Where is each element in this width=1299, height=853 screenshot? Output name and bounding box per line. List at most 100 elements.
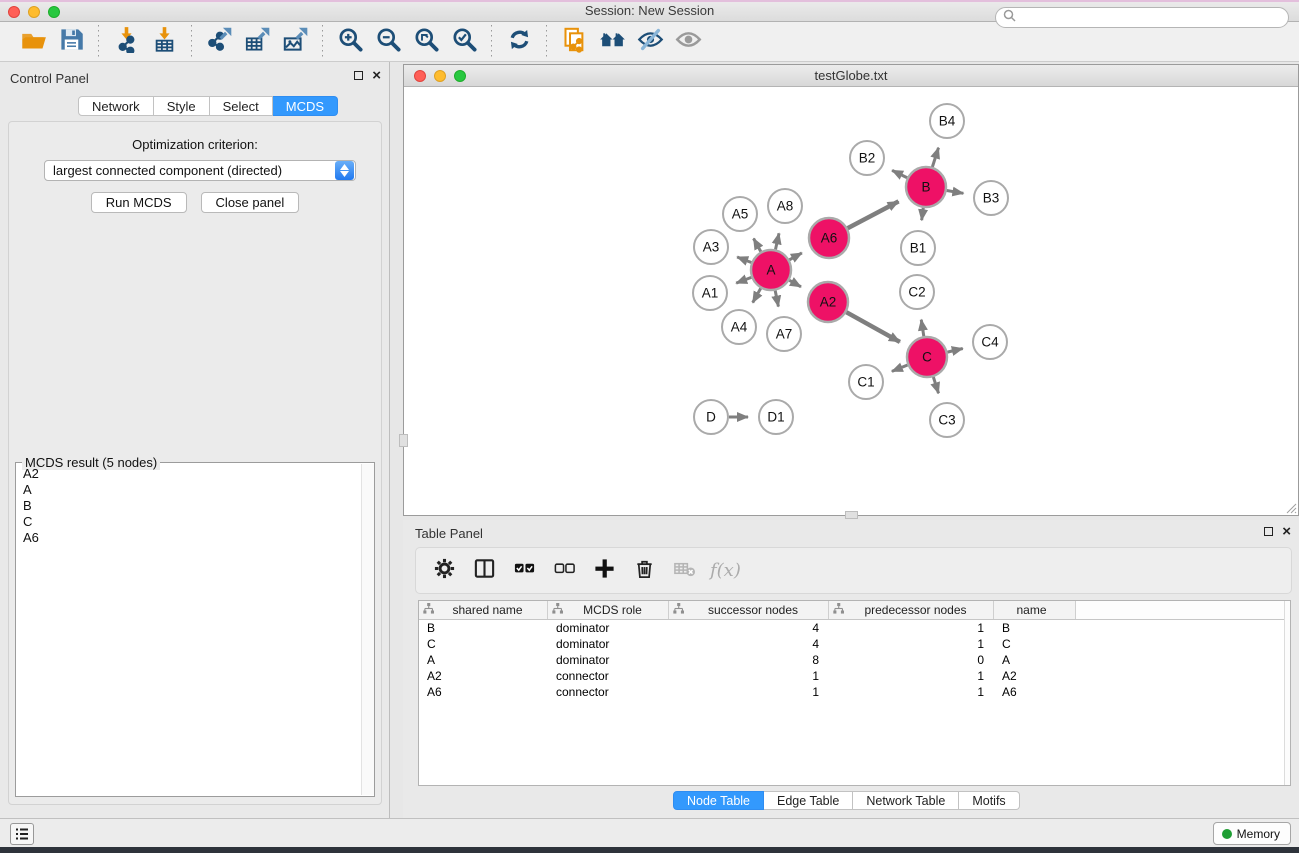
edge-B-B2[interactable] <box>892 170 907 177</box>
network-window-titlebar[interactable]: testGlobe.txt <box>404 65 1298 87</box>
tab-network-table[interactable]: Network Table <box>853 791 959 810</box>
task-history-button[interactable] <box>10 823 34 845</box>
table-row[interactable]: A6connector11A6 <box>419 684 1290 700</box>
add-button[interactable] <box>586 554 622 588</box>
memory-button[interactable]: Memory <box>1213 822 1291 845</box>
table-scrollbar[interactable] <box>1284 601 1290 785</box>
edge-A-A4[interactable] <box>753 288 761 302</box>
node-B3[interactable]: B3 <box>974 181 1008 215</box>
export-network-button[interactable] <box>200 26 238 58</box>
mcds-result-list[interactable]: A2ABCA6 <box>16 466 360 796</box>
column-header-shared-name[interactable]: shared name <box>419 601 548 619</box>
function-builder-button[interactable]: f(x) <box>706 560 741 581</box>
deselect-all-button[interactable] <box>546 554 582 588</box>
home-button[interactable] <box>593 26 631 58</box>
import-table-button[interactable] <box>145 26 183 58</box>
open-button[interactable] <box>14 26 52 58</box>
tab-node-table[interactable]: Node Table <box>673 791 764 810</box>
edge-C-C4[interactable] <box>947 348 962 352</box>
tab-style[interactable]: Style <box>154 96 210 116</box>
result-list-item[interactable]: B <box>16 498 360 514</box>
node-A2[interactable]: A2 <box>808 282 848 322</box>
table-float-panel-icon[interactable] <box>1264 527 1273 536</box>
node-C[interactable]: C <box>907 337 947 377</box>
edge-A-A1[interactable] <box>736 277 751 283</box>
canvas-bottom-handle[interactable] <box>845 511 858 519</box>
edge-A2-C[interactable] <box>846 312 900 342</box>
zoom-out-button[interactable] <box>369 26 407 58</box>
result-list-item[interactable]: A2 <box>16 466 360 482</box>
edge-A6-B[interactable] <box>848 201 899 228</box>
tab-edge-table[interactable]: Edge Table <box>764 791 853 810</box>
result-list-item[interactable]: C <box>16 514 360 530</box>
result-scrollbar[interactable] <box>361 464 374 795</box>
edge-A-A7[interactable] <box>775 291 778 307</box>
node-B2[interactable]: B2 <box>850 141 884 175</box>
table-row[interactable]: Adominator80A <box>419 652 1290 668</box>
run-mcds-button[interactable]: Run MCDS <box>91 192 187 213</box>
node-A1[interactable]: A1 <box>693 276 727 310</box>
result-list-item[interactable]: A <box>16 482 360 498</box>
table-row[interactable]: A2connector11A2 <box>419 668 1290 684</box>
column-header-name[interactable]: name <box>994 601 1076 619</box>
tab-select[interactable]: Select <box>210 96 273 116</box>
node-A5[interactable]: A5 <box>723 197 757 231</box>
edge-B-B1[interactable] <box>922 208 924 220</box>
table-row[interactable]: Bdominator41B <box>419 620 1290 636</box>
node-A7[interactable]: A7 <box>767 317 801 351</box>
node-A6[interactable]: A6 <box>809 218 849 258</box>
node-C1[interactable]: C1 <box>849 365 883 399</box>
node-B[interactable]: B <box>906 167 946 207</box>
delete-button[interactable] <box>626 554 662 588</box>
table-close-panel-icon[interactable]: × <box>1282 527 1291 536</box>
refresh-button[interactable] <box>500 26 538 58</box>
node-D1[interactable]: D1 <box>759 400 793 434</box>
settings-button[interactable] <box>426 554 462 588</box>
node-C4[interactable]: C4 <box>973 325 1007 359</box>
edge-C-C3[interactable] <box>933 377 938 393</box>
edge-C-C1[interactable] <box>892 365 908 371</box>
node-A8[interactable]: A8 <box>768 189 802 223</box>
import-network-button[interactable] <box>107 26 145 58</box>
edge-B-B4[interactable] <box>932 148 938 167</box>
close-panel-icon[interactable]: × <box>372 71 381 80</box>
edge-C-C2[interactable] <box>921 320 924 337</box>
criterion-dropdown[interactable]: largest connected component (directed) <box>44 160 356 181</box>
search-field[interactable] <box>995 7 1289 28</box>
node-C2[interactable]: C2 <box>900 275 934 309</box>
resize-grip-icon[interactable] <box>1283 500 1297 514</box>
column-header-predecessor-nodes[interactable]: predecessor nodes <box>829 601 994 619</box>
node-C3[interactable]: C3 <box>930 403 964 437</box>
hide-details-button[interactable] <box>631 26 669 58</box>
table-row[interactable]: Cdominator41C <box>419 636 1290 652</box>
node-A4[interactable]: A4 <box>722 310 756 344</box>
column-header-MCDS-role[interactable]: MCDS role <box>548 601 669 619</box>
edge-A-A8[interactable] <box>775 233 779 249</box>
tab-motifs[interactable]: Motifs <box>959 791 1019 810</box>
edge-A-A5[interactable] <box>754 238 761 251</box>
node-B4[interactable]: B4 <box>930 104 964 138</box>
show-details-button[interactable] <box>669 26 707 58</box>
zoom-selected-button[interactable] <box>445 26 483 58</box>
export-image-button[interactable] <box>276 26 314 58</box>
tab-mcds[interactable]: MCDS <box>273 96 338 116</box>
node-B1[interactable]: B1 <box>901 231 935 265</box>
node-A3[interactable]: A3 <box>694 230 728 264</box>
select-all-button[interactable] <box>506 554 542 588</box>
tab-network[interactable]: Network <box>78 96 154 116</box>
network-canvas[interactable]: B4 B2 B B3 A8 A5 A6 A3 B1 A A1 C2 A2 <box>404 87 1298 515</box>
node-A[interactable]: A <box>751 250 791 290</box>
zoom-in-button[interactable] <box>331 26 369 58</box>
zoom-fit-button[interactable] <box>407 26 445 58</box>
edge-B-B3[interactable] <box>947 191 964 194</box>
float-panel-icon[interactable] <box>354 71 363 80</box>
duplicate-network-button[interactable] <box>555 26 593 58</box>
edge-A-A6[interactable] <box>789 253 801 260</box>
export-table-button[interactable] <box>238 26 276 58</box>
split-view-button[interactable] <box>466 554 502 588</box>
edge-A-A3[interactable] <box>737 257 751 262</box>
node-D[interactable]: D <box>694 400 728 434</box>
network-graph[interactable]: B4 B2 B B3 A8 A5 A6 A3 B1 A A1 C2 A2 <box>404 87 1298 515</box>
delete-table-button[interactable] <box>666 554 702 588</box>
column-header-successor-nodes[interactable]: successor nodes <box>669 601 829 619</box>
